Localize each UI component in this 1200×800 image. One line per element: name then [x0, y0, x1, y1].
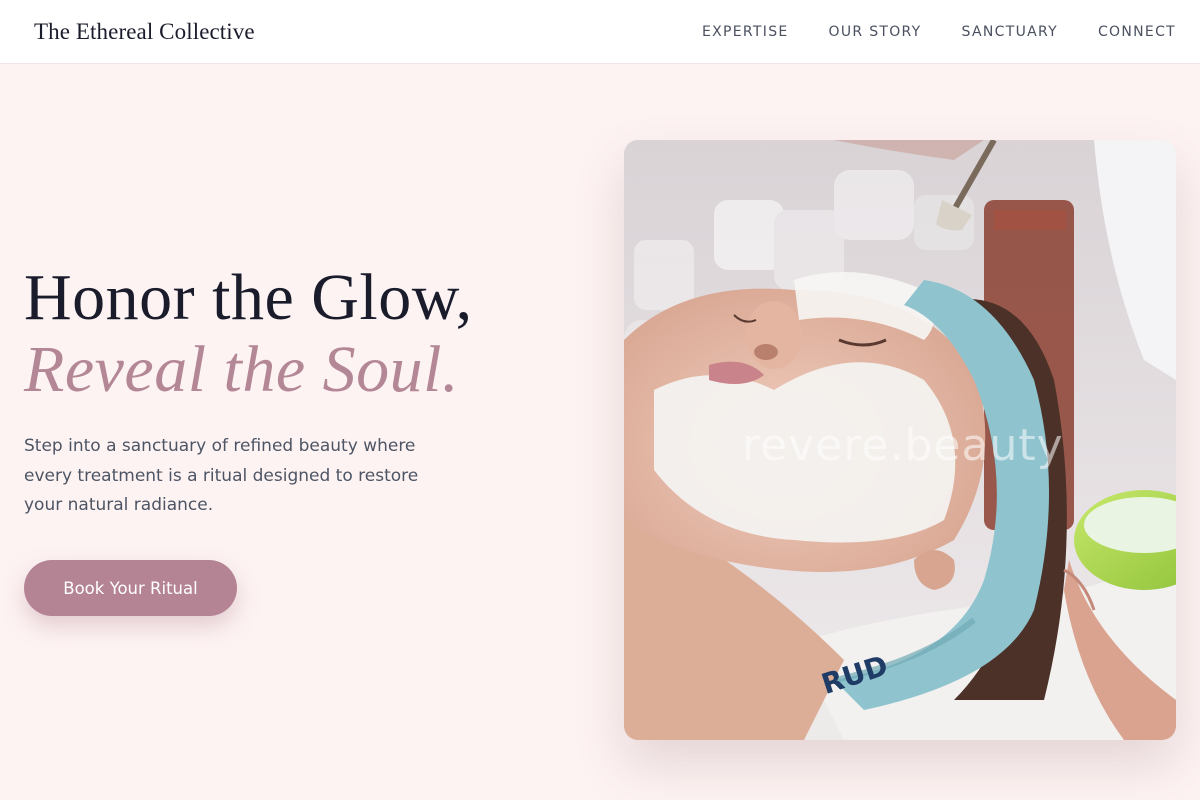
facial-treatment-photo: RUD revere.beauty: [624, 140, 1176, 740]
hero-headline-line-2: Reveal the Soul.: [24, 333, 460, 406]
image-watermark: revere.beauty: [742, 420, 1064, 471]
hero-copy: Honor the Glow, Reveal the Soul. Step in…: [24, 262, 584, 521]
brand-logo[interactable]: The Ethereal Collective: [34, 19, 255, 45]
hero-description: Step into a sanctuary of refined beauty …: [24, 436, 419, 515]
book-ritual-button[interactable]: Book Your Ritual: [24, 560, 237, 616]
main-nav: EXPERTISE OUR STORY SANCTUARY CONNECT: [702, 24, 1176, 40]
site-header: The Ethereal Collective EXPERTISE OUR ST…: [0, 0, 1200, 64]
hero-headline-line-1: Honor the Glow,: [24, 261, 473, 334]
nav-link-expertise[interactable]: EXPERTISE: [702, 24, 789, 40]
nav-link-our-story[interactable]: OUR STORY: [829, 24, 922, 40]
nav-link-sanctuary[interactable]: SANCTUARY: [962, 24, 1058, 40]
nav-link-connect[interactable]: CONNECT: [1098, 24, 1176, 40]
hero-headline: Honor the Glow, Reveal the Soul.: [24, 262, 584, 406]
